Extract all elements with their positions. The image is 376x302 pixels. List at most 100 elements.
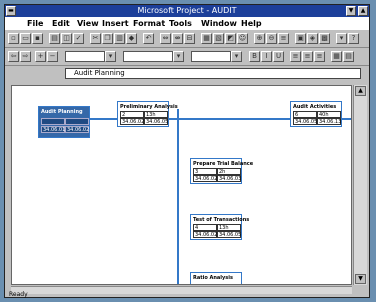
pert-chart-view: Audit Planning 34.06.01 34.06.02 Prelimi…	[11, 85, 352, 285]
indent-icon[interactable]: ⇨	[20, 51, 31, 62]
task-node[interactable]: Audit Planning 34.06.01 34.06.02	[38, 106, 90, 138]
task-name: Test of Transactions	[193, 217, 250, 223]
task-finish: 34.06.03	[217, 175, 242, 182]
open-icon[interactable]: ▭	[20, 33, 31, 44]
menu-window[interactable]: Window	[201, 17, 237, 30]
menu-format[interactable]: Format	[133, 17, 165, 30]
copy-icon[interactable]: ❐	[102, 33, 113, 44]
print-icon[interactable]: ▤	[49, 33, 60, 44]
formatting-toolbar: ⇦ ⇨ + − ▾ ▾ ▾ B I U ≡ ≡ ≡ ▦ ▤	[5, 48, 369, 66]
task-finish: 34.06.02	[65, 126, 90, 133]
new-icon[interactable]: ▫	[8, 33, 19, 44]
chart-icon[interactable]: ▤	[343, 51, 354, 62]
menu-help[interactable]: Help	[241, 17, 262, 30]
menu-file[interactable]: File	[27, 17, 43, 30]
task-node[interactable]: Audit Activities 6 40h 34.06.05 34.06.13	[290, 101, 342, 127]
scroll-down-icon[interactable]: ▼	[355, 274, 366, 284]
filter-select[interactable]	[65, 51, 105, 62]
task-name: Audit Planning	[41, 109, 83, 115]
task-duration: 40h	[317, 111, 341, 118]
task-id	[41, 118, 65, 125]
task-duration: 2h	[217, 168, 241, 175]
task-name: Ratio Analysis	[193, 275, 233, 281]
task-finish: 34.06.05	[144, 118, 169, 125]
size-dropdown-icon[interactable]: ▾	[231, 51, 242, 62]
task-notes-icon[interactable]: ▧	[213, 33, 224, 44]
align-left-icon[interactable]: ≡	[290, 51, 301, 62]
vertical-scrollbar[interactable]: ▲ ▼	[353, 85, 367, 285]
minimize-icon[interactable]: ▼	[346, 6, 356, 16]
task-finish: 34.06.05	[217, 231, 242, 238]
task-node[interactable]: Prepare Trial Balance 3 2h 34.06.02 34.0…	[190, 158, 253, 184]
font-dropdown-icon[interactable]: ▾	[173, 51, 184, 62]
task-start: 34.06.02	[120, 118, 145, 125]
underline-icon[interactable]: U	[273, 51, 284, 62]
menu-insert[interactable]: Insert	[102, 17, 129, 30]
menu-tools[interactable]: Tools	[169, 17, 192, 30]
gantt-wizard-icon[interactable]: ▣	[295, 33, 306, 44]
align-right-icon[interactable]: ≡	[314, 51, 325, 62]
task-node[interactable]: Ratio Analysis	[190, 272, 242, 284]
standard-toolbar: ▫ ▭ ▪ ▤ ◫ ✓ ✂ ❐ ▥ ◆ ↶ ⇔ ⇎ ⊟ ▦ ▧ ◩ ☺ ⊕ ⊖ …	[5, 30, 369, 48]
control-menu-icon[interactable]: ▬	[6, 6, 16, 16]
link-tasks-icon[interactable]: ⇔	[160, 33, 171, 44]
task-duration: 13h	[217, 224, 241, 231]
task-name: Prepare Trial Balance	[193, 161, 254, 167]
calendar-icon[interactable]: ▩	[319, 33, 330, 44]
task-node[interactable]: Preliminary Analysis 2 13h 34.06.02 34.0…	[117, 101, 178, 127]
entry-field[interactable]: Audit Planning	[65, 68, 361, 79]
task-name: Audit Activities	[293, 104, 337, 110]
align-center-icon[interactable]: ≡	[302, 51, 313, 62]
cut-icon[interactable]: ✂	[90, 33, 101, 44]
entry-bar: Audit Planning	[5, 66, 369, 80]
split-task-icon[interactable]: ⊟	[184, 33, 195, 44]
scroll-up-icon[interactable]: ▲	[355, 86, 366, 96]
gridlines-icon[interactable]: ▦	[331, 51, 342, 62]
italic-icon[interactable]: I	[261, 51, 272, 62]
undo-icon[interactable]: ↶	[143, 33, 154, 44]
pointer-icon[interactable]: ◈	[307, 33, 318, 44]
task-node[interactable]: Test of Transactions 4 13h 34.06.02 34.0…	[190, 214, 249, 240]
window-title: Microsoft Project - AUDIT	[137, 6, 237, 15]
spelling-icon[interactable]: ✓	[73, 33, 84, 44]
menu-edit[interactable]: Edit	[52, 17, 70, 30]
title-bar: ▬ Microsoft Project - AUDIT ▼ ▲	[5, 5, 369, 17]
outdent-icon[interactable]: ⇦	[8, 51, 19, 62]
attach-icon[interactable]: ◩	[225, 33, 236, 44]
task-duration: 13h	[144, 111, 168, 118]
print-preview-icon[interactable]: ◫	[61, 33, 72, 44]
help-icon[interactable]: ?	[348, 33, 359, 44]
link-line	[177, 109, 179, 284]
paste-icon[interactable]: ▥	[114, 33, 125, 44]
filter-icon[interactable]: ▾	[336, 33, 347, 44]
assign-resources-icon[interactable]: ☺	[237, 33, 248, 44]
application-window: ▬ Microsoft Project - AUDIT ▼ ▲ File Edi…	[4, 4, 370, 298]
save-icon[interactable]: ▪	[32, 33, 43, 44]
task-start: 34.06.05	[293, 118, 318, 125]
zoom-out-icon[interactable]: ⊖	[266, 33, 277, 44]
menu-bar: File Edit View Insert Format Tools Windo…	[5, 17, 369, 30]
menu-view[interactable]: View	[77, 17, 99, 30]
unlink-tasks-icon[interactable]: ⇎	[172, 33, 183, 44]
task-id: 6	[293, 111, 317, 118]
task-info-icon[interactable]: ▦	[201, 33, 212, 44]
task-start: 34.06.02	[193, 231, 218, 238]
task-id: 3	[193, 168, 217, 175]
font-size-select[interactable]	[191, 51, 231, 62]
font-select[interactable]	[123, 51, 173, 62]
filter-dropdown-icon[interactable]: ▾	[105, 51, 116, 62]
goto-task-icon[interactable]: ≡	[278, 33, 289, 44]
hide-subtasks-icon[interactable]: −	[47, 51, 58, 62]
format-painter-icon[interactable]: ◆	[126, 33, 137, 44]
show-subtasks-icon[interactable]: +	[35, 51, 46, 62]
bold-icon[interactable]: B	[249, 51, 260, 62]
task-name: Preliminary Analysis	[120, 104, 178, 110]
zoom-in-icon[interactable]: ⊕	[254, 33, 265, 44]
task-duration	[65, 118, 89, 125]
task-finish: 34.06.13	[317, 118, 342, 125]
maximize-icon[interactable]: ▲	[358, 6, 368, 16]
task-id: 2	[120, 111, 144, 118]
task-id: 4	[193, 224, 217, 231]
status-text: Ready	[9, 291, 28, 298]
task-start: 34.06.01	[41, 126, 66, 133]
